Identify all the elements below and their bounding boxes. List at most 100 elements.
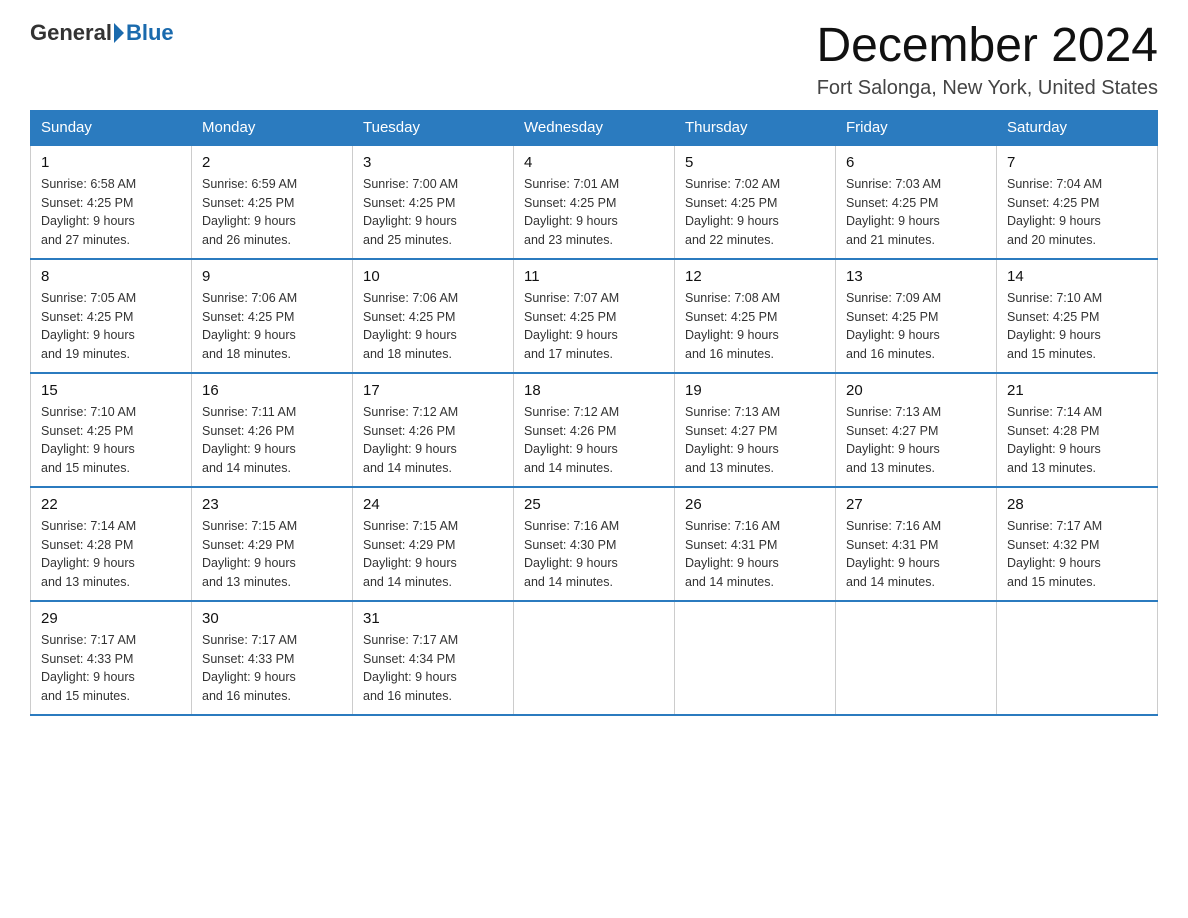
cell-info-line: Daylight: 9 hours: [202, 556, 296, 570]
calendar-cell: 5Sunrise: 7:02 AMSunset: 4:25 PMDaylight…: [675, 145, 836, 259]
cell-info-line: Sunrise: 7:13 AM: [846, 405, 941, 419]
cell-date: 18: [524, 382, 664, 399]
cell-info-line: Sunrise: 7:10 AM: [1007, 291, 1102, 305]
calendar-cell: 2Sunrise: 6:59 AMSunset: 4:25 PMDaylight…: [192, 145, 353, 259]
cell-info-line: and 20 minutes.: [1007, 233, 1096, 247]
cell-info: Sunrise: 7:17 AMSunset: 4:34 PMDaylight:…: [363, 631, 503, 706]
cell-info-line: and 25 minutes.: [363, 233, 452, 247]
cell-date: 21: [1007, 382, 1147, 399]
weekday-header-row: SundayMondayTuesdayWednesdayThursdayFrid…: [31, 110, 1158, 145]
calendar-cell: 23Sunrise: 7:15 AMSunset: 4:29 PMDayligh…: [192, 487, 353, 601]
cell-info-line: Sunrise: 7:16 AM: [685, 519, 780, 533]
cell-info-line: Daylight: 9 hours: [846, 442, 940, 456]
cell-info-line: Daylight: 9 hours: [41, 556, 135, 570]
cell-date: 29: [41, 610, 181, 627]
cell-info-line: Daylight: 9 hours: [363, 556, 457, 570]
cell-date: 9: [202, 268, 342, 285]
cell-info-line: Sunrise: 7:09 AM: [846, 291, 941, 305]
cell-info: Sunrise: 7:14 AMSunset: 4:28 PMDaylight:…: [1007, 403, 1147, 478]
cell-info-line: Sunset: 4:34 PM: [363, 652, 455, 666]
cell-info-line: and 23 minutes.: [524, 233, 613, 247]
cell-info-line: Daylight: 9 hours: [363, 328, 457, 342]
cell-date: 19: [685, 382, 825, 399]
cell-info: Sunrise: 7:01 AMSunset: 4:25 PMDaylight:…: [524, 175, 664, 250]
weekday-header-saturday: Saturday: [997, 110, 1158, 145]
cell-date: 7: [1007, 154, 1147, 171]
cell-info-line: Daylight: 9 hours: [363, 214, 457, 228]
cell-info-line: Sunrise: 7:14 AM: [1007, 405, 1102, 419]
cell-info-line: Sunrise: 7:05 AM: [41, 291, 136, 305]
cell-info-line: Sunrise: 6:58 AM: [41, 177, 136, 191]
cell-info-line: Daylight: 9 hours: [41, 442, 135, 456]
calendar-cell: 19 Sunrise: 7:13 AMSunset: 4:27 PMDayligh…: [675, 373, 836, 487]
cell-info-line: and 26 minutes.: [202, 233, 291, 247]
logo-blue-text: Blue: [126, 20, 174, 46]
calendar-cell: [675, 601, 836, 715]
cell-info-line: Daylight: 9 hours: [1007, 442, 1101, 456]
cell-info-line: Sunrise: 7:15 AM: [363, 519, 458, 533]
cell-info-line: Sunrise: 7:07 AM: [524, 291, 619, 305]
cell-info-line: Daylight: 9 hours: [202, 214, 296, 228]
cell-info-line: and 22 minutes.: [685, 233, 774, 247]
cell-info: Sunrise: 7:15 AMSunset: 4:29 PMDaylight:…: [363, 517, 503, 592]
cell-info-line: Daylight: 9 hours: [524, 328, 618, 342]
cell-info-line: and 16 minutes.: [685, 347, 774, 361]
cell-info-line: Daylight: 9 hours: [202, 670, 296, 684]
cell-info: Sunrise: 7:14 AMSunset: 4:28 PMDaylight:…: [41, 517, 181, 592]
calendar-cell: 13Sunrise: 7:09 AMSunset: 4:25 PMDayligh…: [836, 259, 997, 373]
cell-date: 25: [524, 496, 664, 513]
cell-info-line: Sunset: 4:26 PM: [202, 424, 294, 438]
weekday-header-wednesday: Wednesday: [514, 110, 675, 145]
cell-info-line: and 13 minutes.: [202, 575, 291, 589]
calendar-cell: 3Sunrise: 7:00 AMSunset: 4:25 PMDaylight…: [353, 145, 514, 259]
cell-info-line: Sunset: 4:26 PM: [524, 424, 616, 438]
cell-info-line: and 16 minutes.: [363, 689, 452, 703]
cell-info-line: and 17 minutes.: [524, 347, 613, 361]
cell-info-line: and 14 minutes.: [524, 575, 613, 589]
calendar-cell: 1Sunrise: 6:58 AMSunset: 4:25 PMDaylight…: [31, 145, 192, 259]
cell-info: Sunrise: 7:16 AMSunset: 4:30 PMDaylight:…: [524, 517, 664, 592]
cell-info: Sunrise: 7:16 AMSunset: 4:31 PMDaylight:…: [685, 517, 825, 592]
cell-date: 16: [202, 382, 342, 399]
cell-info: Sunrise: 7:13 AMSunset: 4:27 PMDaylight:…: [846, 403, 986, 478]
weekday-header-friday: Friday: [836, 110, 997, 145]
cell-info: Sunrise: 7:07 AMSunset: 4:25 PMDaylight:…: [524, 289, 664, 364]
calendar-cell: 29Sunrise: 7:17 AMSunset: 4:33 PMDayligh…: [31, 601, 192, 715]
cell-date: 15: [41, 382, 181, 399]
cell-info-line: Daylight: 9 hours: [846, 556, 940, 570]
cell-info-line: Sunrise: 7:16 AM: [846, 519, 941, 533]
calendar-cell: 28Sunrise: 7:17 AMSunset: 4:32 PMDayligh…: [997, 487, 1158, 601]
cell-info-line: Sunrise: 7:13 AM: [685, 405, 780, 419]
cell-info-line: and 13 minutes.: [685, 461, 774, 475]
cell-info-line: and 15 minutes.: [1007, 575, 1096, 589]
calendar-week-row: 29Sunrise: 7:17 AMSunset: 4:33 PMDayligh…: [31, 601, 1158, 715]
calendar-cell: 31Sunrise: 7:17 AMSunset: 4:34 PMDayligh…: [353, 601, 514, 715]
cell-info: Sunrise: 7:10 AMSunset: 4:25 PMDaylight:…: [1007, 289, 1147, 364]
cell-info-line: and 15 minutes.: [41, 461, 130, 475]
cell-info-line: Sunset: 4:25 PM: [524, 196, 616, 210]
cell-info-line: Sunrise: 6:59 AM: [202, 177, 297, 191]
cell-info-line: Daylight: 9 hours: [685, 328, 779, 342]
cell-info: Sunrise: 7:09 AMSunset: 4:25 PMDaylight:…: [846, 289, 986, 364]
cell-info-line: Sunrise: 7:17 AM: [363, 633, 458, 647]
weekday-header-thursday: Thursday: [675, 110, 836, 145]
cell-info: Sunrise: 7:00 AMSunset: 4:25 PMDaylight:…: [363, 175, 503, 250]
cell-info-line: Sunrise: 7:08 AM: [685, 291, 780, 305]
cell-info-line: Daylight: 9 hours: [524, 556, 618, 570]
cell-info-line: Sunrise: 7:04 AM: [1007, 177, 1102, 191]
location-title: Fort Salonga, New York, United States: [816, 77, 1158, 100]
cell-info-line: Daylight: 9 hours: [41, 214, 135, 228]
cell-date: 23: [202, 496, 342, 513]
calendar-cell: [997, 601, 1158, 715]
logo-arrow-icon: [114, 23, 124, 43]
calendar-week-row: 15Sunrise: 7:10 AMSunset: 4:25 PMDayligh…: [31, 373, 1158, 487]
cell-info-line: Daylight: 9 hours: [1007, 328, 1101, 342]
cell-info-line: Sunrise: 7:06 AM: [202, 291, 297, 305]
cell-info-line: and 14 minutes.: [363, 575, 452, 589]
cell-info: Sunrise: 7:13 AMSunset: 4:27 PMDaylight:…: [685, 403, 825, 478]
cell-info-line: Sunset: 4:25 PM: [41, 424, 133, 438]
title-block: December 2024 Fort Salonga, New York, Un…: [816, 20, 1158, 100]
calendar-cell: 4Sunrise: 7:01 AMSunset: 4:25 PMDaylight…: [514, 145, 675, 259]
logo-general-text: General: [30, 20, 112, 46]
cell-info-line: Sunrise: 7:02 AM: [685, 177, 780, 191]
